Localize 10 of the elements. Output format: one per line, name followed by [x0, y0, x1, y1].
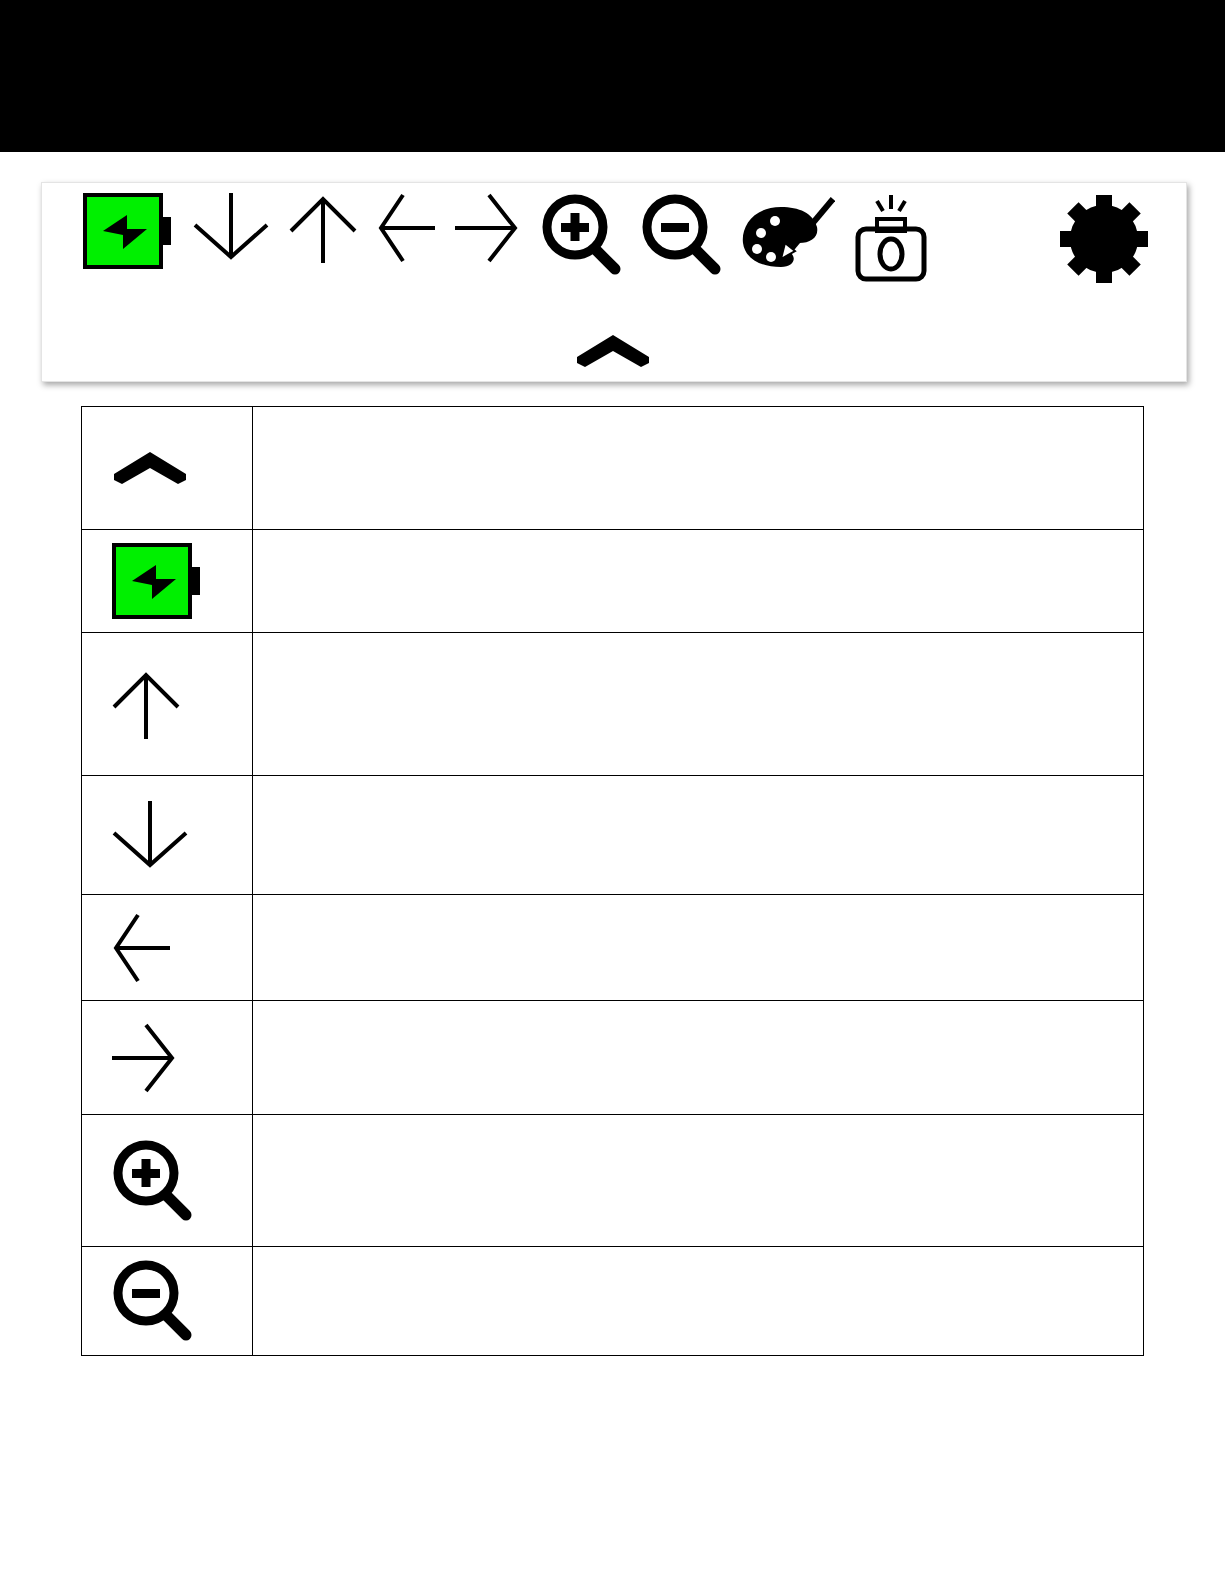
zoom-in-icon	[112, 1138, 192, 1223]
battery-icon[interactable]	[83, 193, 173, 269]
settings-icon[interactable]	[1058, 193, 1150, 285]
chevron-up-icon	[112, 450, 188, 486]
zoom-in-icon[interactable]	[541, 193, 621, 277]
battery-icon	[112, 543, 202, 619]
camera-icon[interactable]	[855, 193, 927, 283]
zoom-out-icon[interactable]	[641, 193, 721, 277]
chevron-up-icon[interactable]	[575, 333, 651, 369]
zoom-out-icon	[112, 1259, 192, 1343]
